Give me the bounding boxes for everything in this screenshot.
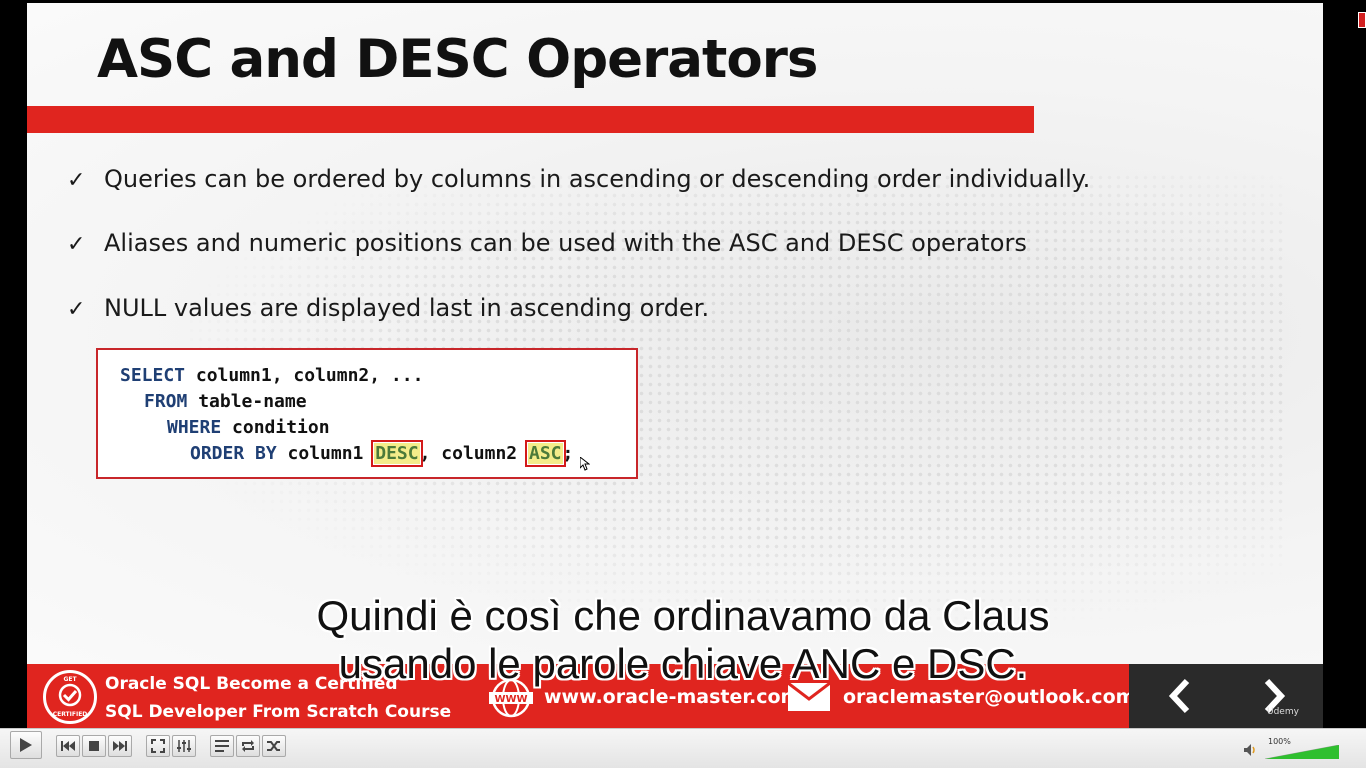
check-icon: ✓ bbox=[67, 232, 86, 257]
stop-button[interactable] bbox=[82, 735, 106, 757]
email-link[interactable]: oraclemaster@outlook.com bbox=[843, 686, 1135, 708]
keyword-from: FROM bbox=[144, 391, 188, 412]
slide-title: ASC and DESC Operators bbox=[97, 29, 818, 90]
check-icon: ✓ bbox=[67, 297, 86, 322]
keyword-where: WHERE bbox=[167, 417, 222, 438]
speaker-icon[interactable] bbox=[1244, 744, 1258, 756]
subtitle-line-1: Quindi è così che ordinavamo da Claus bbox=[316, 592, 1050, 639]
check-icon: ✓ bbox=[67, 168, 86, 193]
svg-text:WWW: WWW bbox=[494, 694, 527, 705]
code-text: table-name bbox=[187, 391, 307, 412]
subtitle-line-2: usando le parole chiave ANC e DSC. bbox=[338, 640, 1028, 687]
shuffle-button[interactable] bbox=[262, 735, 286, 757]
code-line-from: FROM table-name bbox=[144, 391, 307, 412]
play-icon bbox=[20, 738, 32, 752]
play-button[interactable] bbox=[10, 731, 42, 759]
udemy-logo: Udemy bbox=[1267, 707, 1299, 717]
keyword-order-by: ORDER BY bbox=[190, 443, 277, 464]
desc-highlight: DESC bbox=[371, 440, 423, 467]
code-text: ; bbox=[562, 443, 574, 464]
bullet-item: ✓ Queries can be ordered by columns in as… bbox=[67, 165, 1090, 193]
volume-slider[interactable] bbox=[1265, 745, 1339, 759]
badge-bottom-text: CERTIFIED bbox=[52, 711, 88, 718]
code-text: , column2 bbox=[419, 443, 528, 464]
stop-icon bbox=[89, 741, 99, 751]
loop-icon bbox=[242, 740, 254, 752]
fullscreen-icon bbox=[151, 739, 165, 753]
playlist-icon bbox=[215, 740, 229, 752]
code-text: column1, column2, ... bbox=[185, 365, 424, 386]
course-title-line-2: SQL Developer From Scratch Course bbox=[105, 702, 452, 722]
loop-button[interactable] bbox=[236, 735, 260, 757]
sql-code-box: SELECT column1, column2, ... FROM table-… bbox=[96, 348, 638, 479]
next-track-button[interactable] bbox=[108, 735, 132, 757]
media-player-controls: 100% bbox=[0, 728, 1366, 768]
website-link[interactable]: www.oracle-master.com bbox=[544, 686, 800, 708]
shuffle-icon bbox=[267, 741, 280, 751]
bullet-text: NULL values are displayed last in ascend… bbox=[104, 294, 710, 322]
code-line-select: SELECT column1, column2, ... bbox=[120, 365, 423, 386]
code-text: column1 bbox=[276, 443, 375, 464]
title-underline-bar bbox=[27, 106, 1034, 133]
mouse-cursor-icon bbox=[580, 457, 590, 471]
bullet-item: ✓ NULL values are displayed last in ascen… bbox=[67, 294, 709, 322]
bullet-item: ✓ Aliases and numeric positions can be us… bbox=[67, 229, 1027, 257]
window-corner-tab[interactable] bbox=[1358, 12, 1366, 28]
asc-highlight: ASC bbox=[525, 440, 566, 467]
bullet-text: Queries can be ordered by columns in asc… bbox=[104, 165, 1091, 193]
bullet-text: Aliases and numeric positions can be use… bbox=[104, 229, 1027, 257]
playlist-button[interactable] bbox=[210, 735, 234, 757]
equalizer-icon bbox=[177, 740, 191, 752]
code-line-where: WHERE condition bbox=[167, 417, 330, 438]
skip-back-icon bbox=[61, 741, 75, 751]
code-line-order-by: ORDER BY column1 DESC, column2 ASC; bbox=[190, 440, 574, 467]
slide: ASC and DESC Operators ✓ Queries can be o… bbox=[27, 3, 1323, 664]
skip-forward-icon bbox=[113, 741, 127, 751]
fullscreen-button[interactable] bbox=[146, 735, 170, 757]
equalizer-button[interactable] bbox=[172, 735, 196, 757]
previous-track-button[interactable] bbox=[56, 735, 80, 757]
keyword-select: SELECT bbox=[120, 365, 186, 386]
code-text: condition bbox=[221, 417, 330, 438]
